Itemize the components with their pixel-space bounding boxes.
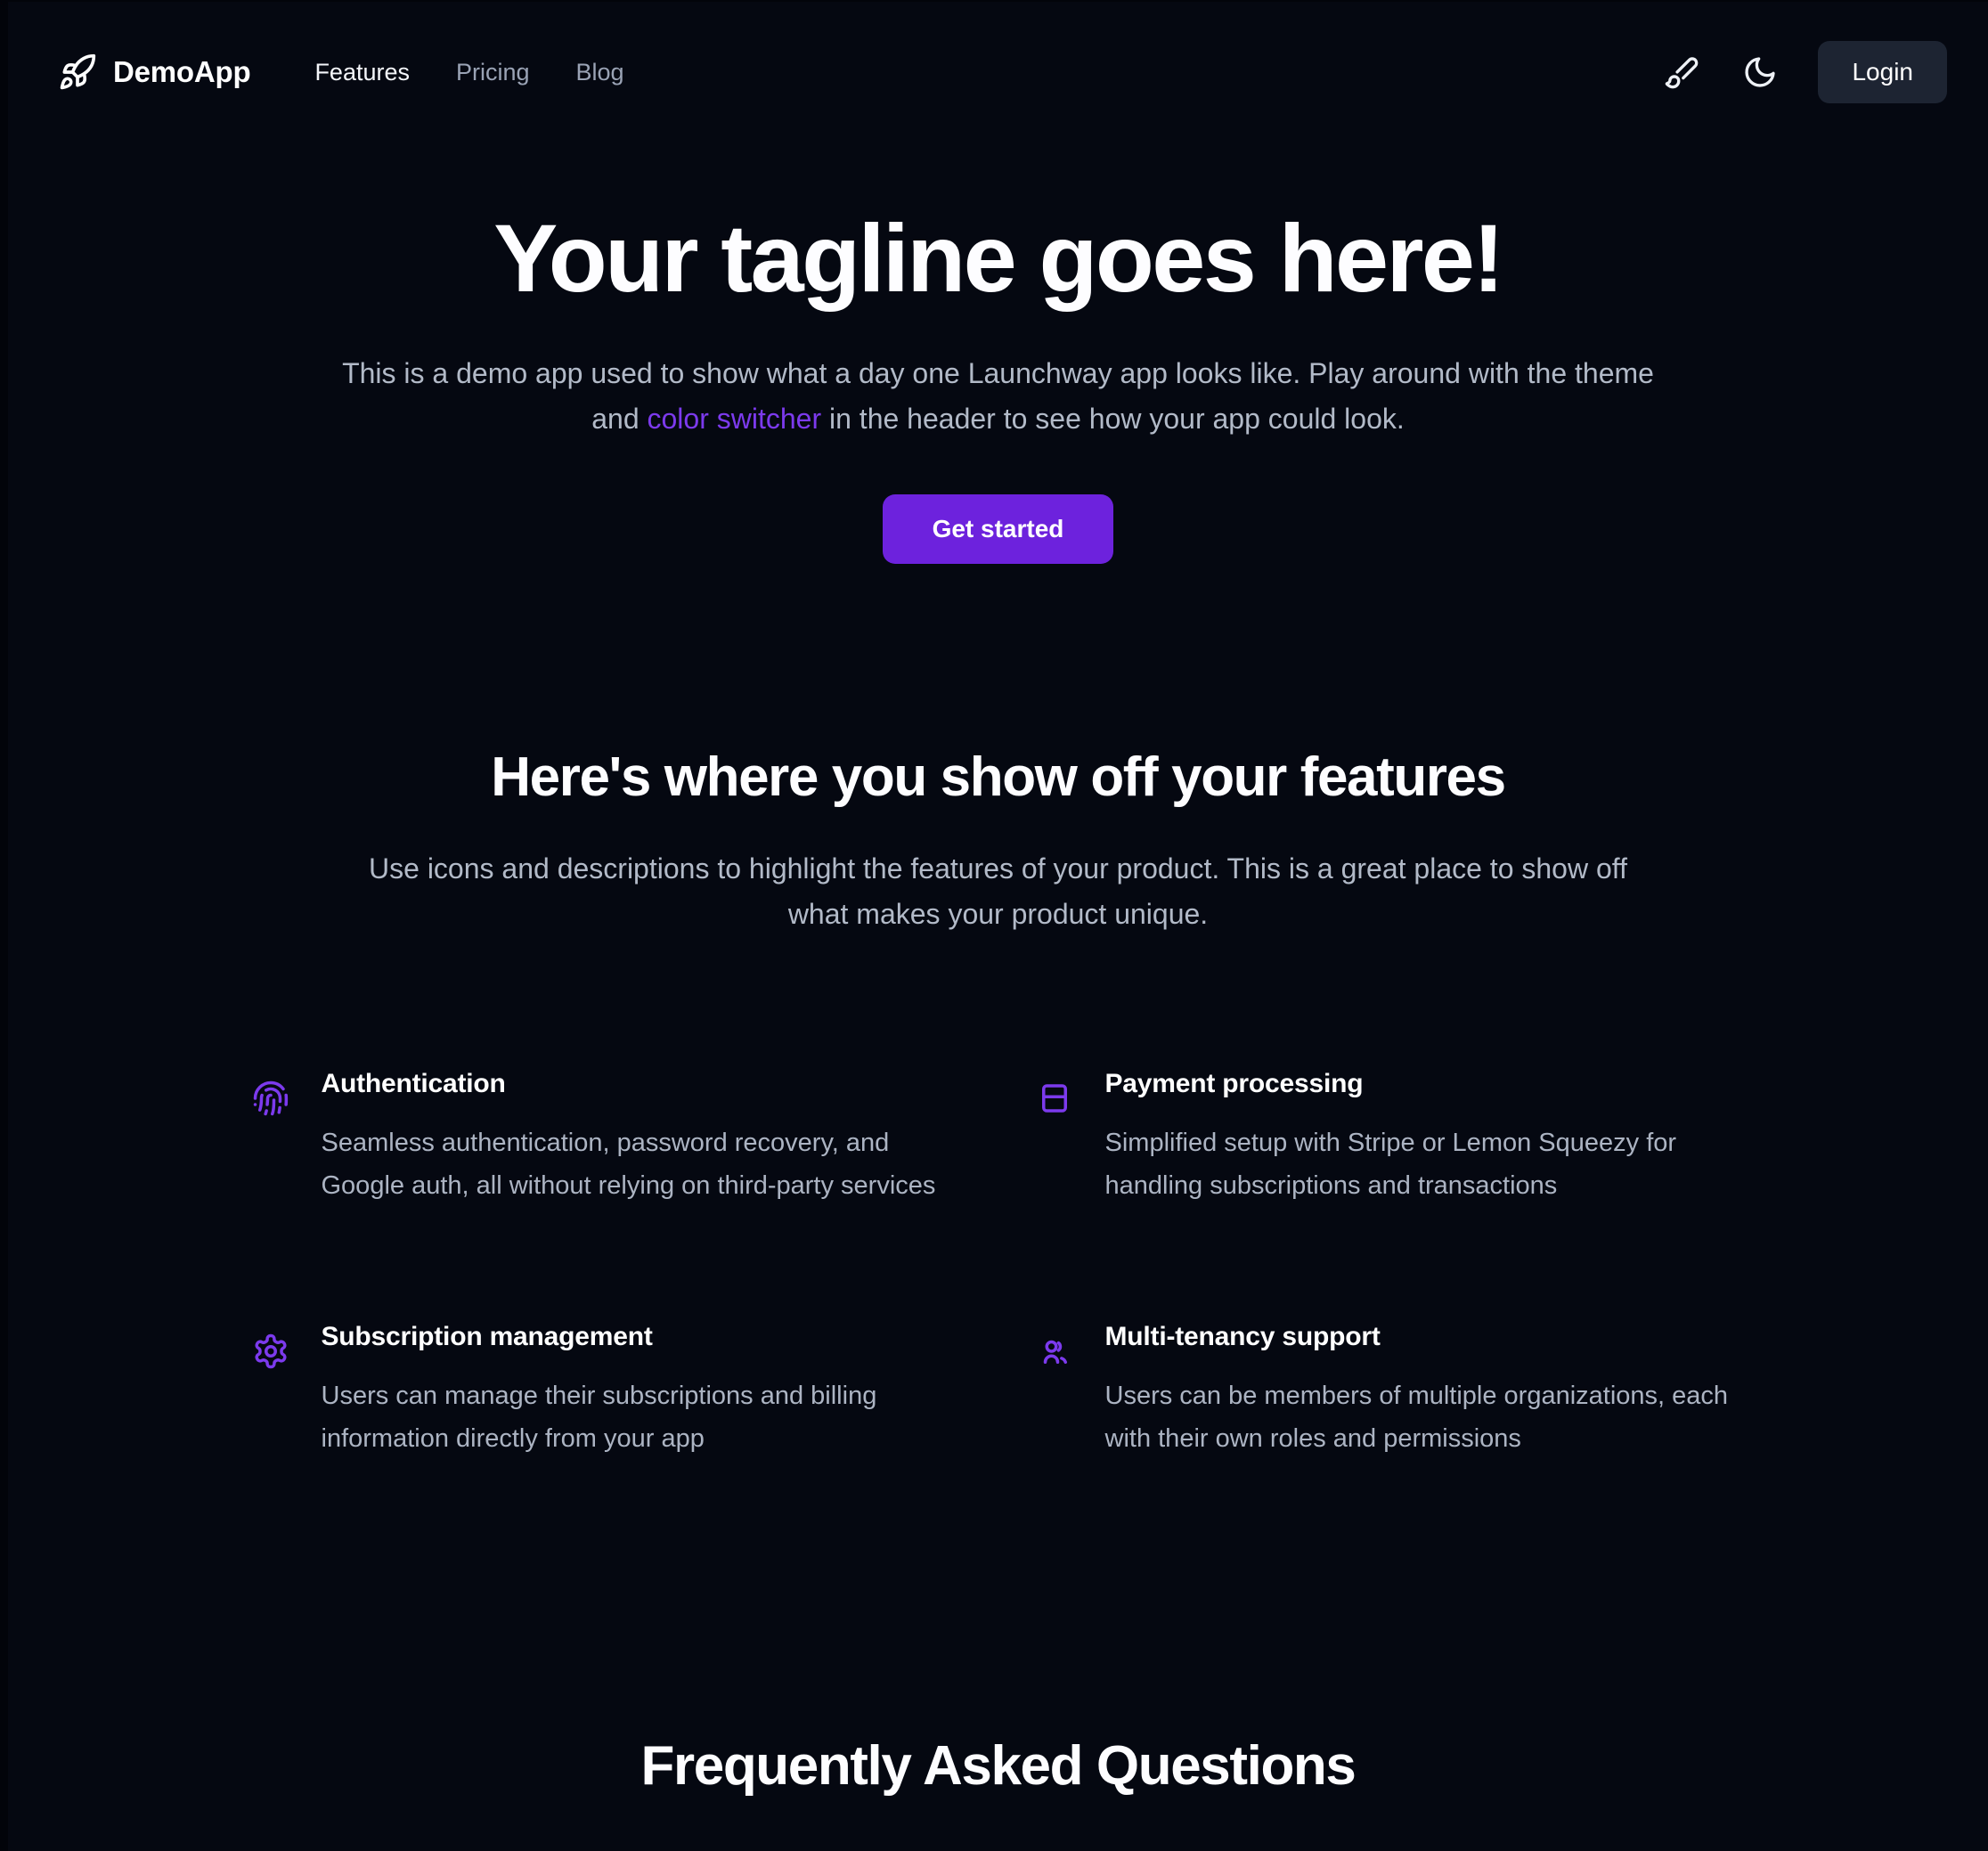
rocket-icon xyxy=(57,52,98,93)
primary-nav: Features Pricing Blog xyxy=(314,59,623,86)
feature-item: Authentication Seamless authentication, … xyxy=(250,1069,963,1208)
hero-title: Your tagline goes here! xyxy=(493,204,1504,312)
header-actions: Login xyxy=(1661,41,1947,103)
feature-body: Authentication Seamless authentication, … xyxy=(322,1069,963,1208)
nav-link-blog[interactable]: Blog xyxy=(576,59,624,86)
hero-subtitle-after: in the header to see how your app could … xyxy=(821,403,1405,436)
brand-name: DemoApp xyxy=(113,55,251,88)
feature-item: Payment processing Simplified setup with… xyxy=(1034,1069,1747,1208)
hero-cta-wrap: Get started xyxy=(8,494,1988,565)
feature-body: Payment processing Simplified setup with… xyxy=(1105,1069,1747,1208)
features-section: Here's where you show off your features … xyxy=(8,746,1988,1461)
gear-icon xyxy=(250,1331,291,1372)
fingerprint-icon xyxy=(250,1078,291,1119)
feature-body: Multi-tenancy support Users can be membe… xyxy=(1105,1322,1747,1461)
feature-description: Users can be members of multiple organiz… xyxy=(1104,1382,1729,1453)
faq-title: Frequently Asked Questions xyxy=(640,1735,1357,1797)
feature-title: Payment processing xyxy=(1104,1069,1364,1099)
moon-icon[interactable] xyxy=(1740,52,1780,93)
feature-item: Subscription management Users can manage… xyxy=(250,1322,963,1461)
hero-section: Your tagline goes here! This is a demo a… xyxy=(8,204,1988,565)
feature-body: Subscription management Users can manage… xyxy=(322,1322,963,1461)
users-icon xyxy=(1034,1331,1075,1372)
nav-link-features[interactable]: Features xyxy=(314,59,410,86)
site-header: DemoApp Features Pricing Blog Login xyxy=(8,2,1988,143)
feature-description: Seamless authentication, password recove… xyxy=(321,1129,936,1201)
feature-title: Subscription management xyxy=(321,1322,653,1352)
feature-title: Multi-tenancy support xyxy=(1104,1322,1381,1352)
feature-description: Users can manage their subscriptions and… xyxy=(321,1382,877,1453)
paintbrush-icon[interactable] xyxy=(1661,52,1702,93)
login-button[interactable]: Login xyxy=(1818,41,1947,103)
feature-title: Authentication xyxy=(321,1069,506,1099)
hero-subtitle: This is a demo app used to show what a d… xyxy=(341,351,1655,444)
faq-section: Frequently Asked Questions xyxy=(8,1734,1988,1838)
feature-grid: Authentication Seamless authentication, … xyxy=(250,1069,1747,1460)
features-subtitle: Use icons and descriptions to highlight … xyxy=(369,852,1627,931)
color-switcher-link[interactable]: color switcher xyxy=(648,403,822,435)
credit-card-icon xyxy=(1034,1078,1075,1119)
landing-page: DemoApp Features Pricing Blog Login Your… xyxy=(0,0,1988,1851)
brand-logo-group[interactable]: DemoApp xyxy=(57,52,251,93)
nav-link-pricing[interactable]: Pricing xyxy=(456,59,530,86)
feature-item: Multi-tenancy support Users can be membe… xyxy=(1034,1322,1747,1461)
feature-description: Simplified setup with Stripe or Lemon Sq… xyxy=(1104,1129,1677,1201)
get-started-button[interactable]: Get started xyxy=(882,494,1114,565)
features-title: Here's where you show off your features xyxy=(491,746,1506,808)
